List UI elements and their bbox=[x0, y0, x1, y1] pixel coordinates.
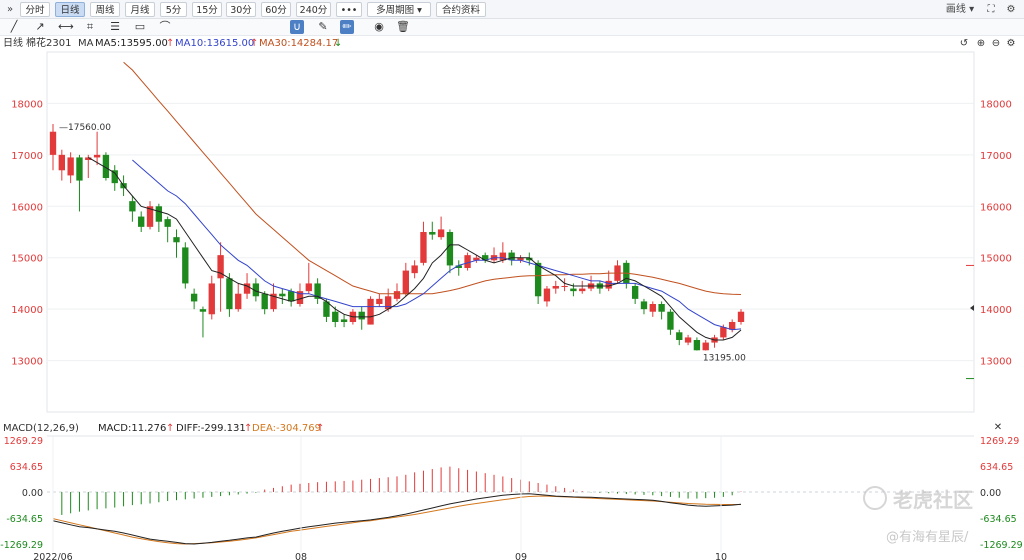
candle-body bbox=[332, 311, 339, 322]
x-tick-label: 2022/06 bbox=[33, 552, 72, 560]
candle-body bbox=[287, 291, 295, 302]
candle-body bbox=[235, 293, 242, 310]
candle-body bbox=[208, 283, 215, 315]
candle-body bbox=[164, 219, 171, 227]
candle-body bbox=[129, 201, 136, 212]
candle-body bbox=[702, 342, 709, 351]
price-tick-label-right: 15000 bbox=[980, 254, 1012, 265]
candle-body bbox=[138, 216, 145, 227]
candle-body bbox=[155, 206, 163, 222]
candle-body bbox=[367, 298, 374, 325]
candle-body bbox=[340, 319, 348, 322]
candle-body bbox=[543, 288, 551, 302]
watermark-brand: 老虎社区 bbox=[893, 488, 973, 512]
macd-tick-label-right: 0.00 bbox=[980, 488, 1001, 499]
macd-tick-label-left: 0.00 bbox=[22, 488, 43, 499]
candle-body bbox=[658, 304, 665, 312]
candle-body bbox=[437, 229, 445, 238]
macd-tick-label-left: 634.65 bbox=[10, 462, 43, 473]
candle-body bbox=[676, 332, 683, 340]
candle-body bbox=[605, 280, 612, 289]
price-tick-label-right: 17000 bbox=[980, 151, 1012, 162]
x-tick-label: 09 bbox=[515, 552, 527, 560]
price-tick-label-right: 14000 bbox=[980, 305, 1012, 316]
price-tick-label-left: 15000 bbox=[11, 254, 43, 265]
low-annotation: 13195.00 bbox=[703, 354, 746, 364]
candle-body bbox=[464, 255, 471, 268]
candle-body bbox=[76, 157, 83, 181]
candle-body bbox=[173, 237, 180, 243]
chart-canvas[interactable]: 18000 18000 17000 17000 16000 16000 15000 15000… bbox=[0, 0, 1024, 560]
dea-line bbox=[52, 495, 741, 545]
candle-body bbox=[570, 288, 577, 292]
candle-body bbox=[667, 311, 674, 330]
candle-body bbox=[305, 283, 312, 292]
watermark-group: 老虎社区 @有海有星辰/ bbox=[863, 486, 973, 545]
candle-body bbox=[684, 337, 692, 343]
candle-body bbox=[385, 296, 392, 310]
current-price-marker bbox=[970, 305, 974, 311]
price-tick-label-right: 13000 bbox=[980, 357, 1012, 368]
candle-body bbox=[693, 340, 701, 351]
candle-body bbox=[534, 262, 542, 297]
x-tick-label: 10 bbox=[715, 552, 727, 560]
candle-body bbox=[579, 288, 586, 292]
price-tick-label-right: 18000 bbox=[980, 99, 1012, 110]
candle-body bbox=[190, 293, 198, 302]
candle-body bbox=[640, 301, 648, 310]
candle-body bbox=[49, 131, 57, 155]
macd-tick-label-right: 1269.29 bbox=[980, 436, 1019, 447]
candle-body bbox=[58, 154, 65, 171]
macd-tick-label-left: -634.65 bbox=[6, 514, 43, 525]
candle-body bbox=[631, 286, 639, 299]
price-tick-label-right: 16000 bbox=[980, 202, 1012, 213]
candle-body bbox=[649, 304, 656, 312]
candle-body bbox=[261, 293, 268, 310]
candle-body bbox=[199, 309, 207, 312]
watermark-user: @有海有星辰/ bbox=[886, 530, 969, 545]
macd-tick-label-left: 1269.29 bbox=[4, 436, 43, 447]
price-tick-label-left: 14000 bbox=[11, 305, 43, 316]
ma30-line bbox=[123, 61, 742, 295]
high-annotation: —17560.00 bbox=[59, 123, 111, 133]
candle-body bbox=[720, 327, 727, 338]
macd-tick-label-left: -1269.29 bbox=[0, 540, 43, 551]
candle-body bbox=[93, 154, 101, 158]
watermark-logo-icon bbox=[863, 486, 887, 510]
candle-body bbox=[279, 293, 286, 297]
x-tick-label: 08 bbox=[295, 552, 307, 560]
diff-line bbox=[52, 493, 742, 545]
candle-body bbox=[393, 291, 401, 299]
price-panel-border bbox=[46, 51, 975, 413]
candle-body bbox=[226, 278, 233, 310]
candle-body bbox=[420, 232, 427, 263]
price-tick-label-left: 16000 bbox=[11, 202, 43, 213]
candle-body bbox=[182, 247, 189, 284]
candle-body bbox=[402, 270, 409, 294]
candle-body bbox=[737, 311, 745, 322]
macd-tick-label-right: -1269.29 bbox=[980, 540, 1023, 551]
price-tick-label-left: 13000 bbox=[11, 357, 43, 368]
candle-body bbox=[358, 311, 365, 320]
macd-tick-label-right: -634.65 bbox=[980, 514, 1017, 525]
candle-body bbox=[67, 157, 74, 176]
candle-body bbox=[411, 265, 418, 274]
macd-tick-label-right: 634.65 bbox=[980, 462, 1013, 473]
price-tick-label-left: 18000 bbox=[11, 99, 43, 110]
candle-body bbox=[376, 298, 383, 304]
candle-body bbox=[446, 232, 454, 266]
price-tick-label-left: 17000 bbox=[11, 151, 43, 162]
candle-body bbox=[561, 286, 568, 287]
candle-body bbox=[429, 232, 436, 235]
candle-body bbox=[552, 286, 559, 289]
